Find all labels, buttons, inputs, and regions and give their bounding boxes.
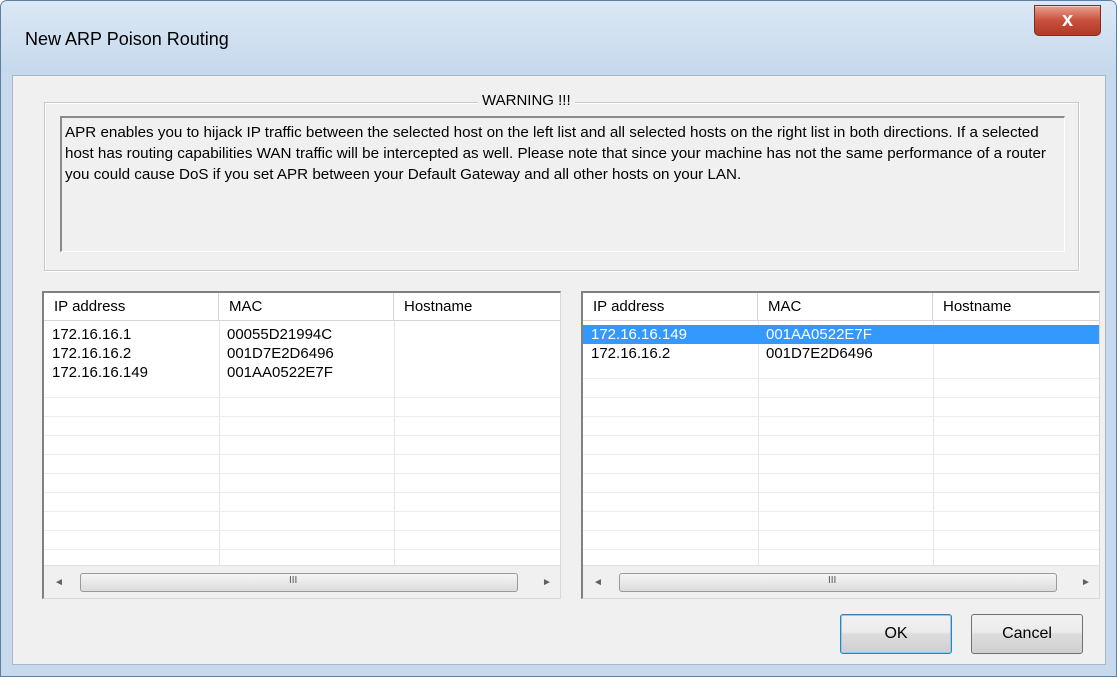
title-bar[interactable]: New ARP Poison Routing x (1, 1, 1116, 75)
grid-line (583, 397, 1099, 398)
cancel-button[interactable]: Cancel (971, 614, 1083, 654)
hostname-cell (398, 325, 402, 344)
grid-line (44, 416, 560, 417)
warning-title: WARNING !!! (478, 92, 575, 109)
grip-icon: III (289, 575, 298, 586)
ip-cell: 172.16.16.1 (52, 326, 132, 343)
ip-cell: 172.16.16.2 (591, 345, 671, 362)
grid-line (44, 492, 560, 493)
column-header-ip[interactable]: IP address (44, 293, 219, 321)
list-header: IP address MAC Hostname (583, 293, 1099, 321)
dialog-client-area: WARNING !!! APR enables you to hijack IP… (12, 75, 1106, 665)
ip-cell: 172.16.16.2 (52, 345, 132, 362)
column-header-hostname[interactable]: Hostname (394, 293, 560, 321)
dialog-window: New ARP Poison Routing x WARNING !!! APR… (0, 0, 1117, 677)
mac-cell: 001D7E2D6496 (766, 345, 873, 362)
table-row[interactable]: 172.16.16.1 00055D21994C (44, 325, 560, 344)
grid-line (583, 378, 1099, 379)
close-button[interactable]: x (1034, 5, 1101, 36)
table-row-selected[interactable]: 172.16.16.149 001AA0522E7F (583, 325, 1099, 344)
hostname-cell (398, 363, 402, 382)
hostname-cell (937, 325, 941, 344)
grid-line (44, 511, 560, 512)
list-body: 172.16.16.1 00055D21994C 172.16.16.2 001… (44, 321, 560, 565)
horizontal-scrollbar[interactable]: ◄ III ► (44, 565, 560, 598)
list-header: IP address MAC Hostname (44, 293, 560, 321)
ok-button[interactable]: OK (840, 614, 952, 654)
column-header-mac[interactable]: MAC (758, 293, 933, 321)
scroll-thumb[interactable]: III (80, 573, 518, 592)
column-header-ip[interactable]: IP address (583, 293, 758, 321)
column-header-mac[interactable]: MAC (219, 293, 394, 321)
grid-line (44, 530, 560, 531)
horizontal-scrollbar[interactable]: ◄ III ► (583, 565, 1099, 598)
hostname-cell (937, 344, 941, 363)
ip-cell: 172.16.16.149 (52, 364, 148, 381)
table-row[interactable]: 172.16.16.149 001AA0522E7F (44, 363, 560, 382)
warning-text: APR enables you to hijack IP traffic bet… (65, 124, 1046, 183)
grid-line (44, 549, 560, 550)
scroll-right-icon[interactable]: ► (1079, 576, 1093, 590)
close-icon: x (1061, 9, 1074, 31)
grid-line (583, 454, 1099, 455)
grid-line (583, 473, 1099, 474)
scroll-thumb[interactable]: III (619, 573, 1057, 592)
scroll-left-icon[interactable]: ◄ (52, 576, 66, 590)
target-host-list[interactable]: IP address MAC Hostname 172.16.16.149 00… (581, 291, 1100, 599)
grid-line (583, 530, 1099, 531)
list-body: 172.16.16.149 001AA0522E7F 172.16.16.2 0… (583, 321, 1099, 565)
grid-line (583, 511, 1099, 512)
mac-cell: 001AA0522E7F (766, 326, 872, 343)
hostname-cell (398, 344, 402, 363)
grid-line (44, 397, 560, 398)
window-title: New ARP Poison Routing (25, 29, 229, 49)
grid-line (583, 492, 1099, 493)
grid-line (583, 435, 1099, 436)
grip-icon: III (828, 575, 837, 586)
grid-line (583, 549, 1099, 550)
mac-cell: 001D7E2D6496 (227, 345, 334, 362)
source-host-list[interactable]: IP address MAC Hostname 172.16.16.1 0005… (42, 291, 561, 599)
table-row[interactable]: 172.16.16.2 001D7E2D6496 (583, 344, 1099, 363)
mac-cell: 00055D21994C (227, 326, 333, 343)
grid-line (44, 473, 560, 474)
scroll-left-icon[interactable]: ◄ (591, 576, 605, 590)
grid-line (44, 454, 560, 455)
mac-cell: 001AA0522E7F (227, 364, 333, 381)
grid-line (44, 435, 560, 436)
scroll-right-icon[interactable]: ► (540, 576, 554, 590)
column-header-hostname[interactable]: Hostname (933, 293, 1099, 321)
ip-cell: 172.16.16.149 (591, 326, 687, 343)
table-row[interactable]: 172.16.16.2 001D7E2D6496 (44, 344, 560, 363)
grid-line (583, 416, 1099, 417)
warning-text-box: APR enables you to hijack IP traffic bet… (60, 116, 1065, 252)
